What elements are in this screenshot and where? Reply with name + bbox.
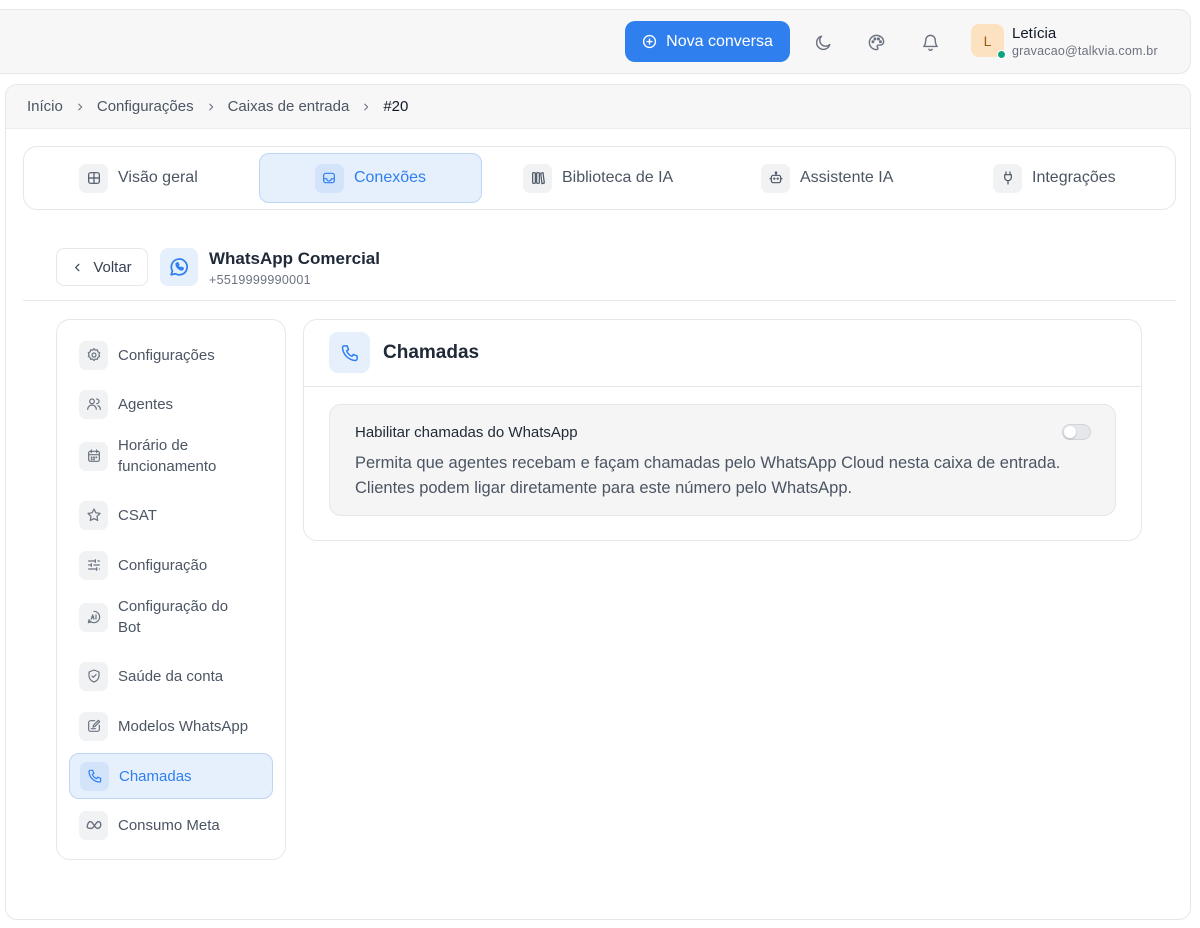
tab-ai-library[interactable]: Biblioteca de IA [523, 153, 673, 203]
new-conversation-button[interactable]: Nova conversa [625, 21, 790, 62]
bot-icon [761, 163, 790, 193]
setting-description: Permita que agentes recebam e façam cham… [355, 454, 1061, 497]
whatsapp-icon [160, 248, 198, 286]
tab-bar: Visão geral Conexões Biblioteca de IA As… [23, 146, 1176, 210]
back-button[interactable]: Voltar [56, 248, 148, 286]
inbox-header: Voltar WhatsApp Comercial +5519999990001 [23, 223, 1176, 301]
star-icon [79, 500, 108, 530]
menu-item-whatsapp-templates[interactable]: Modelos WhatsApp [69, 710, 273, 742]
user-email: gravacao@talkvia.com.br [1012, 44, 1158, 58]
phone-icon [80, 761, 109, 791]
shield-icon [79, 661, 108, 691]
new-conversation-label: Nova conversa [666, 32, 773, 50]
menu-item-agents[interactable]: Agentes [69, 388, 273, 420]
chevron-right-icon [75, 102, 85, 112]
calls-card: Chamadas Habilitar chamadas do WhatsApp … [303, 319, 1142, 541]
online-status-dot [997, 50, 1006, 59]
setting-title: Habilitar chamadas do WhatsApp [355, 424, 578, 441]
menu-item-calls[interactable]: Chamadas [69, 753, 273, 799]
tab-ai-assistant[interactable]: Assistente IA [761, 153, 893, 203]
library-icon [523, 163, 552, 193]
chevron-left-icon [72, 262, 83, 273]
breadcrumb: Início Configurações Caixas de entrada #… [6, 85, 1190, 129]
tab-overview[interactable]: Visão geral [79, 153, 198, 203]
phone-icon [329, 332, 370, 373]
meta-icon [79, 810, 108, 840]
top-bar: Nova conversa L Letícia gravacao@talkvia… [0, 9, 1191, 74]
inbox-phone: +5519999990001 [209, 273, 311, 287]
menu-item-bot-configuration[interactable]: Configuração do Bot [69, 594, 273, 640]
menu-item-settings[interactable]: Configurações [69, 339, 273, 371]
ai-icon [79, 602, 108, 632]
plug-icon [993, 163, 1022, 193]
grid-icon [79, 163, 108, 193]
toggle-knob [1064, 426, 1076, 438]
breadcrumb-current: #20 [383, 98, 409, 115]
chevron-right-icon [206, 102, 216, 112]
tab-connections[interactable]: Conexões [259, 153, 482, 203]
breadcrumb-home[interactable]: Início [27, 98, 63, 115]
menu-item-business-hours[interactable]: Horário de funcionamento [69, 433, 273, 479]
avatar: L [971, 24, 1006, 59]
menu-item-configuration[interactable]: Configuração [69, 549, 273, 581]
menu-item-account-health[interactable]: Saúde da conta [69, 660, 273, 692]
chevron-right-icon [361, 102, 371, 112]
menu-item-csat[interactable]: CSAT [69, 499, 273, 531]
inbox-name: WhatsApp Comercial [209, 249, 380, 268]
user-name: Letícia [1012, 25, 1057, 42]
card-header: Chamadas [304, 320, 1141, 387]
moon-icon[interactable] [810, 29, 836, 55]
user-menu[interactable]: L Letícia gravacao@talkvia.com.br [971, 24, 1158, 59]
users-icon [79, 389, 108, 419]
tab-integrations[interactable]: Integrações [993, 153, 1116, 203]
menu-item-meta-usage[interactable]: Consumo Meta [69, 809, 273, 841]
breadcrumb-inboxes[interactable]: Caixas de entrada [228, 98, 350, 115]
sliders-icon [79, 550, 108, 580]
enable-calls-toggle[interactable] [1062, 424, 1091, 440]
palette-icon[interactable] [863, 29, 889, 55]
plus-circle-icon [642, 34, 657, 49]
calendar-icon [79, 441, 108, 471]
template-icon [79, 711, 108, 741]
inbox-settings-menu: Configurações Agentes Horário de funcion… [56, 319, 286, 860]
bell-icon[interactable] [917, 29, 943, 55]
inbox-icon [314, 163, 344, 193]
enable-calls-setting: Habilitar chamadas do WhatsApp Permita q… [329, 404, 1116, 516]
breadcrumb-settings[interactable]: Configurações [97, 98, 194, 115]
main-panel: Início Configurações Caixas de entrada #… [5, 84, 1191, 920]
gear-icon [79, 340, 108, 370]
card-title: Chamadas [383, 342, 480, 363]
